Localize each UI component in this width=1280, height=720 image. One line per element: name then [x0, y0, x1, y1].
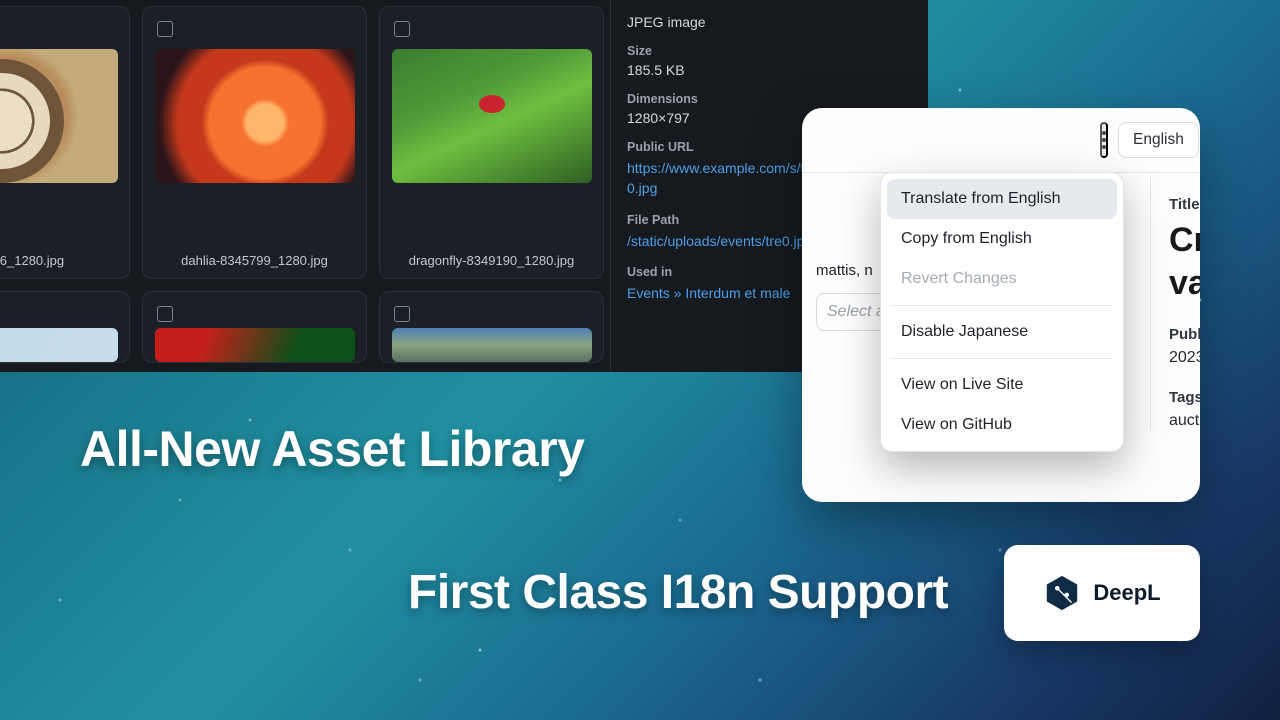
menu-copy-from-english[interactable]: Copy from English — [887, 219, 1117, 259]
asset-filename: 24516_1280.jpg — [0, 253, 129, 268]
menu-view-github[interactable]: View on GitHub — [887, 405, 1117, 445]
tags-field-value: auct — [1169, 412, 1200, 430]
tags-field-label: Tags — [1169, 389, 1200, 406]
asset-type-value: JPEG image — [627, 14, 910, 30]
asset-checkbox[interactable] — [394, 306, 410, 322]
asset-thumbnail[interactable] — [0, 328, 118, 362]
asset-checkbox[interactable] — [157, 21, 173, 37]
headline-asset-library: All-New Asset Library — [80, 420, 584, 478]
asset-card[interactable]: dragonfly-8349190_1280.jpg — [379, 6, 604, 279]
asset-filename: dahlia-8345799_1280.jpg — [143, 253, 366, 268]
deepl-logo-icon — [1043, 574, 1081, 612]
menu-divider — [891, 305, 1113, 306]
asset-thumbnail[interactable] — [155, 328, 355, 362]
asset-card[interactable]: dahlia-8345799_1280.jpg — [142, 6, 367, 279]
language-selector-button[interactable]: English — [1118, 122, 1199, 158]
asset-gallery: 24516_1280.jpg dahlia-8345799_1280.jpg d… — [0, 0, 610, 363]
asset-thumbnail[interactable] — [392, 49, 592, 183]
asset-card[interactable] — [142, 291, 367, 363]
i18n-editor-popup: English mattis, n × Select an option… Ti… — [802, 108, 1200, 502]
menu-revert-changes: Revert Changes — [887, 259, 1117, 299]
asset-thumbnail[interactable] — [155, 49, 355, 183]
asset-library-panel: 24516_1280.jpg dahlia-8345799_1280.jpg d… — [0, 0, 928, 372]
asset-card[interactable]: 24516_1280.jpg — [0, 6, 130, 279]
popup-header: English — [802, 122, 1200, 173]
asset-filename: dragonfly-8349190_1280.jpg — [380, 253, 603, 268]
asset-thumbnail[interactable] — [392, 328, 592, 362]
menu-translate-from-english[interactable]: Translate from English — [887, 179, 1117, 219]
kebab-icon — [1102, 131, 1106, 149]
asset-size-value: 185.5 KB — [627, 62, 910, 78]
context-menu: Translate from English Copy from English… — [880, 172, 1124, 452]
asset-checkbox[interactable] — [157, 306, 173, 322]
menu-disable-japanese[interactable]: Disable Japanese — [887, 312, 1117, 352]
headline-i18n-support: First Class I18n Support — [408, 565, 948, 620]
publish-field-value: 2023- — [1169, 349, 1200, 367]
menu-divider — [891, 358, 1113, 359]
asset-checkbox[interactable] — [394, 21, 410, 37]
deepl-card: DeepL — [1004, 545, 1200, 641]
publish-field-label: Publis — [1169, 326, 1200, 343]
asset-card[interactable] — [0, 291, 130, 363]
menu-view-live-site[interactable]: View on Live Site — [887, 365, 1117, 405]
asset-thumbnail[interactable] — [0, 49, 118, 183]
title-field-value[interactable]: Cra var — [1169, 219, 1200, 304]
asset-size-label: Size — [627, 44, 910, 58]
title-field-label: Title — [1169, 196, 1200, 213]
asset-card[interactable] — [379, 291, 604, 363]
deepl-label: DeepL — [1093, 580, 1160, 606]
asset-dimensions-label: Dimensions — [627, 92, 910, 106]
more-options-button[interactable] — [1100, 122, 1108, 158]
